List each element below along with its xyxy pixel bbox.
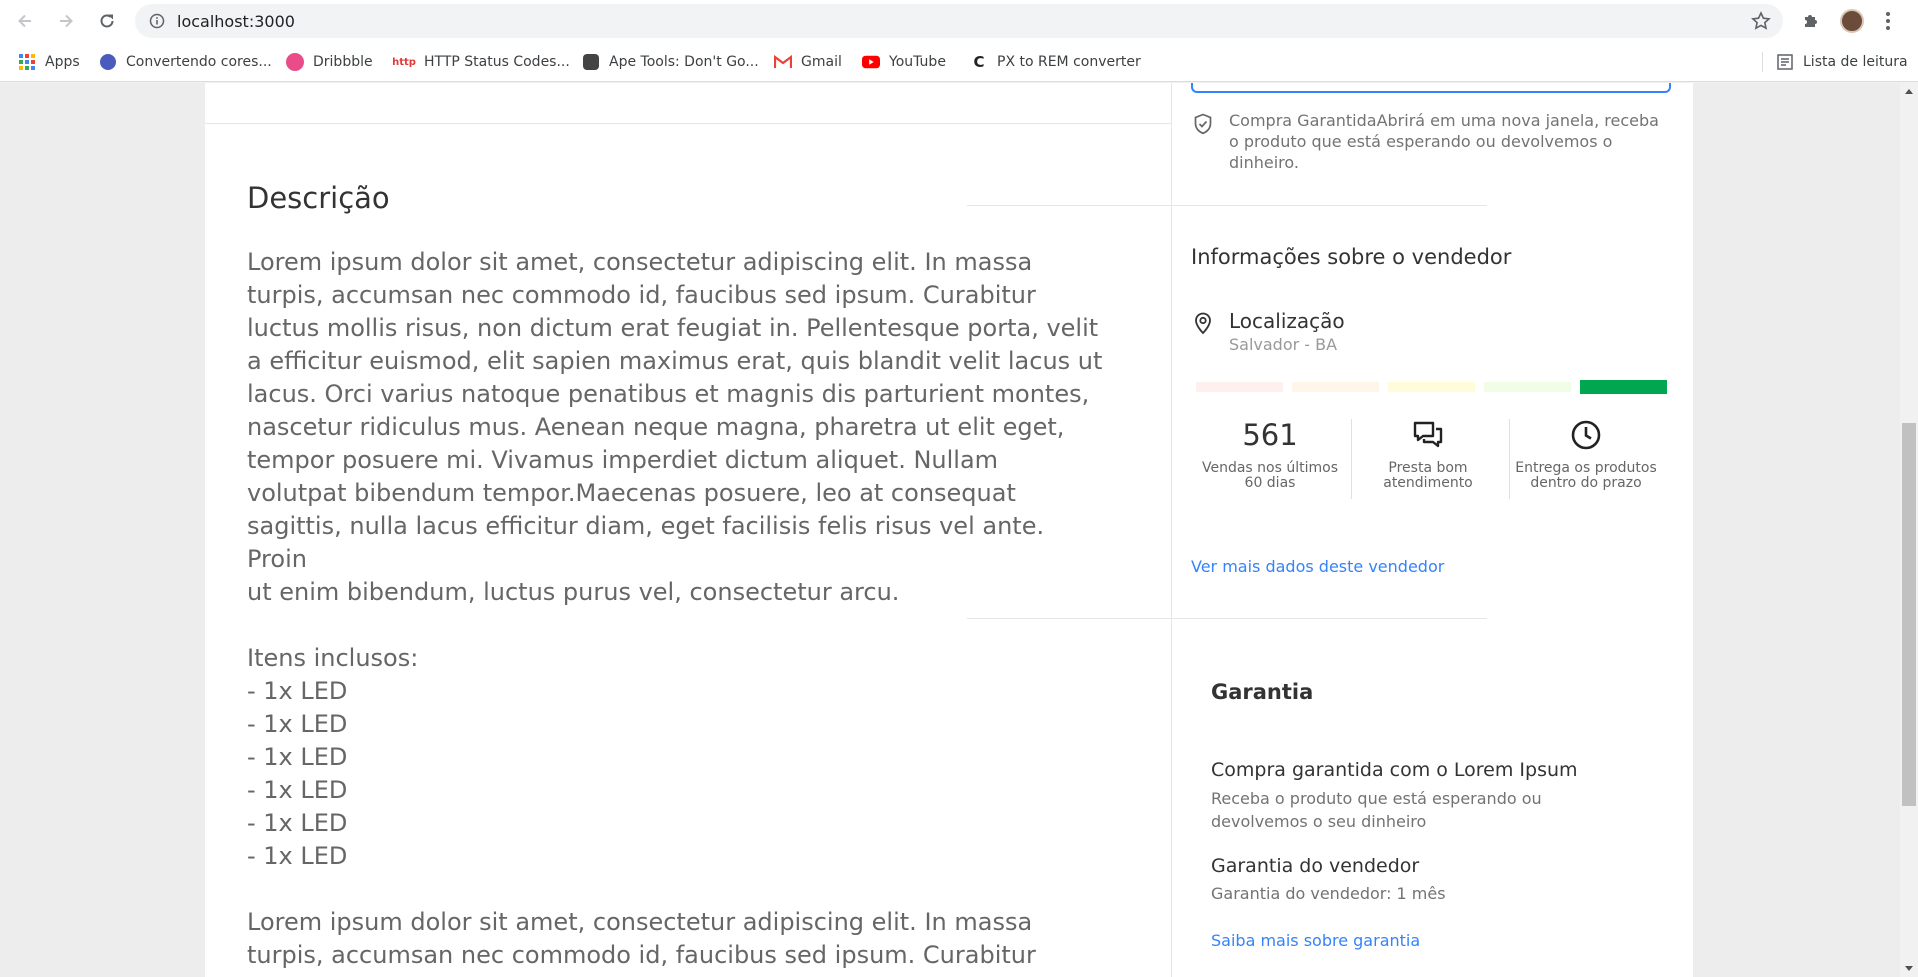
quantity-input-edge[interactable]	[1191, 83, 1671, 93]
arrow-right-icon	[60, 14, 73, 28]
bookmark-http-status-codes[interactable]: http HTTP Status Codes...	[392, 52, 570, 72]
bookmark-star-icon[interactable]	[1751, 11, 1771, 31]
bookmark-apps[interactable]: Apps	[18, 52, 80, 72]
thermometer-segment-5	[1580, 380, 1667, 394]
address-bar[interactable]: localhost:3000	[135, 4, 1783, 38]
bookmark-label: Gmail	[801, 54, 842, 70]
location-pin-icon	[1195, 312, 1211, 335]
seller-more-info-link[interactable]: Ver mais dados deste vendedor	[1191, 557, 1444, 576]
location-label: Localização	[1229, 309, 1345, 333]
section-divider	[205, 123, 1171, 124]
c-icon: C	[973, 53, 985, 71]
shield-check-icon	[1194, 113, 1212, 135]
protected-purchase-description: Receba o produto que está esperando ou d…	[1211, 789, 1542, 831]
metric-divider	[1509, 419, 1510, 499]
reading-list-label: Lista de leitura	[1803, 54, 1908, 70]
sales-count: 561	[1242, 418, 1298, 452]
more-vertical-icon[interactable]	[1884, 10, 1892, 32]
description-title: Descrição	[247, 181, 390, 215]
sales-label: Vendas nos últimos 60 dias	[1201, 460, 1338, 491]
url-text[interactable]: localhost:3000	[177, 12, 295, 31]
bookmark-label: Ape Tools: Don't Go...	[609, 54, 759, 70]
bookmark-label: YouTube	[889, 54, 946, 70]
bookmark-label: PX to REM converter	[997, 54, 1141, 70]
column-divider	[1171, 83, 1172, 977]
browser-toolbar: localhost:3000	[0, 0, 1918, 42]
scroll-up-arrow-icon[interactable]	[1905, 89, 1913, 94]
profile-avatar[interactable]	[1840, 9, 1864, 33]
dribbble-icon	[286, 53, 304, 71]
http-icon: http	[392, 56, 416, 68]
back-button[interactable]	[12, 8, 38, 34]
thermometer-segment-1	[1196, 382, 1283, 392]
scroll-down-arrow-icon[interactable]	[1905, 966, 1913, 971]
bookmark-youtube[interactable]: YouTube	[862, 52, 946, 72]
thermometer-segment-4	[1484, 382, 1571, 392]
seller-warranty-heading: Garantia do vendedor	[1211, 855, 1420, 877]
thermometer-segment-2	[1292, 382, 1379, 392]
apps-grid-icon	[18, 53, 36, 71]
description-body: Lorem ipsum dolor sit amet, consectetur …	[247, 248, 1103, 977]
reload-icon	[100, 14, 114, 28]
info-icon[interactable]	[149, 13, 165, 29]
bookmark-gmail[interactable]: Gmail	[774, 52, 842, 72]
metric-sales: 561 Vendas nos últimos 60 dias	[1195, 415, 1345, 491]
chat-bubbles-icon	[1353, 415, 1503, 455]
bookmark-label: Dribbble	[313, 54, 373, 70]
bookmark-label: Convertendo cores...	[126, 54, 272, 70]
metric-service: Presta bom atendimento	[1353, 415, 1503, 491]
bookmark-label: Apps	[45, 54, 80, 70]
metric-divider	[1351, 419, 1352, 499]
warranty-more-link[interactable]: Saiba mais sobre garantia	[1211, 931, 1420, 950]
page-scrollbar[interactable]	[1900, 83, 1918, 977]
bookmark-convertendo-cores[interactable]: Convertendo cores...	[99, 52, 272, 72]
ape-icon	[582, 53, 600, 71]
bookmark-label: HTTP Status Codes...	[424, 54, 570, 70]
bookmark-ape-tools[interactable]: Ape Tools: Don't Go...	[582, 52, 759, 72]
section-divider	[967, 205, 1487, 206]
reading-list-button[interactable]: Lista de leitura	[1776, 52, 1908, 72]
metric-delivery: Entrega os produtos dentro do prazo	[1511, 415, 1661, 491]
page-viewport: Descrição Lorem ipsum dolor sit amet, co…	[0, 83, 1918, 977]
thermometer-segment-3	[1388, 382, 1475, 392]
protected-purchase-text: Compra GarantidaAbrirá em uma nova janel…	[1229, 111, 1659, 172]
section-divider	[967, 618, 1487, 619]
reload-button[interactable]	[94, 8, 120, 34]
scrollbar-thumb[interactable]	[1902, 423, 1916, 806]
delivery-label: Entrega os produtos dentro do prazo	[1515, 460, 1657, 491]
seller-info-title: Informações sobre o vendedor	[1191, 245, 1512, 269]
youtube-icon	[862, 53, 880, 71]
reading-list-icon	[1776, 53, 1794, 71]
bookmark-dribbble[interactable]: Dribbble	[286, 52, 373, 72]
forward-button[interactable]	[53, 8, 79, 34]
bookmarks-divider	[1762, 52, 1763, 72]
bookmarks-bar: Apps Convertendo cores... Dribbble http …	[0, 42, 1918, 82]
bookmark-px-to-rem[interactable]: C PX to REM converter	[970, 52, 1141, 72]
warranty-title: Garantia	[1211, 680, 1314, 704]
product-card: Descrição Lorem ipsum dolor sit amet, co…	[205, 83, 1693, 977]
location-value: Salvador - BA	[1229, 335, 1338, 354]
globe-icon	[99, 53, 117, 71]
seller-warranty-text: Garantia do vendedor: 1 mês	[1211, 884, 1446, 903]
gmail-icon	[774, 53, 792, 71]
clock-icon	[1511, 415, 1661, 455]
protected-purchase-heading: Compra garantida com o Lorem Ipsum	[1211, 759, 1578, 781]
service-label: Presta bom atendimento	[1383, 460, 1473, 491]
arrow-left-icon	[18, 14, 31, 28]
extensions-puzzle-icon[interactable]	[1801, 11, 1821, 31]
